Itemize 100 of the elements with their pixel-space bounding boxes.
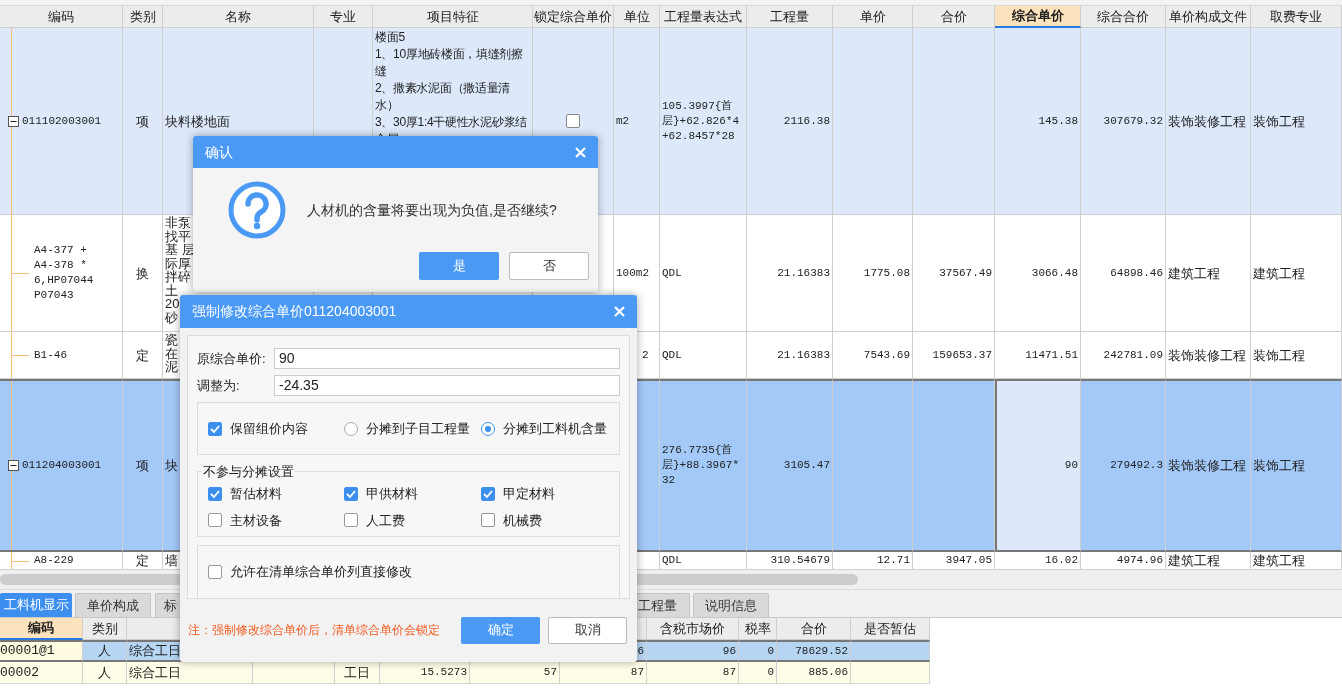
cell-text: 瓷 (165, 333, 178, 347)
tab[interactable]: 说明信息 (693, 593, 769, 617)
option-label: 甲供材料 (366, 485, 418, 503)
cell-text: 砂 (165, 310, 179, 324)
cell-text: 定 (136, 347, 149, 363)
column-header[interactable]: 单位 (614, 6, 660, 28)
check-icon (210, 489, 220, 498)
column-header[interactable]: 含税市场价 (647, 618, 739, 640)
collapse-icon[interactable] (8, 115, 19, 127)
table-cell: 15.5273 (380, 662, 470, 684)
cell-text: 装饰工程 (1253, 347, 1305, 363)
table-cell: 工日 (335, 662, 380, 684)
cell-text: 定 (136, 553, 149, 568)
table-cell: 87 (647, 662, 739, 684)
table-cell: 00001@1 (0, 640, 83, 662)
cell-text: 换 (136, 265, 149, 281)
cell-text: 装饰装修工程 (1168, 113, 1246, 129)
cell-text: 非泵 (165, 216, 192, 230)
checkbox[interactable] (481, 486, 495, 501)
cell-text: m2 (616, 113, 630, 129)
checkbox[interactable] (208, 565, 222, 579)
dialog-button[interactable]: 取消 (548, 616, 627, 644)
cell-text: 泥 (165, 360, 178, 374)
option-label: 甲定材料 (503, 485, 555, 503)
column-header[interactable]: 编码 (0, 6, 123, 28)
cell-text: 2116.38 (783, 113, 830, 129)
option-label: 机械费 (503, 511, 542, 530)
checkbox[interactable] (481, 513, 495, 528)
input-field[interactable]: 90 (274, 348, 620, 369)
cell-text: 建筑工程 (1168, 265, 1220, 281)
column-header[interactable]: 单价构成文件 (1166, 6, 1251, 28)
cell-text: 16.02 (1045, 553, 1078, 568)
cell-text: 3066.48 (1031, 265, 1078, 281)
column-header[interactable]: 工程量表达式 (660, 6, 747, 28)
checkbox[interactable] (344, 486, 358, 501)
checkbox[interactable] (344, 513, 358, 528)
cell-text: 11471.51 (1025, 347, 1078, 363)
cell-text: 墙 (165, 553, 178, 568)
column-header[interactable]: 取费专业 (1251, 6, 1342, 28)
radio-button[interactable] (481, 421, 495, 436)
cell-text: 12.71 (877, 553, 910, 568)
cell-text: 土 (165, 283, 178, 297)
option-label: 分摊到子目工程量 (366, 419, 470, 438)
checkbox[interactable] (208, 421, 222, 436)
cell-text: 4974.96 (1116, 553, 1163, 568)
check-icon (346, 489, 356, 498)
cell-text: 建筑工程 (1253, 265, 1305, 281)
column-header[interactable]: 专业 (314, 6, 373, 28)
table-cell: 87 (560, 662, 647, 684)
cell-text: 21.16383 (777, 265, 830, 281)
column-header[interactable]: 综合合价 (1081, 6, 1166, 28)
cell-text: 276.7735{首层}+88.3967*32 (662, 443, 740, 488)
dialog-title: 确认 (205, 142, 233, 162)
question-icon (227, 180, 287, 240)
tab[interactable]: 单价构成 (75, 593, 151, 617)
table-cell: 人 (83, 640, 127, 662)
column-header[interactable]: 合价 (913, 6, 995, 28)
code-text: B1-46 (34, 347, 68, 363)
cell-text: 279492.3 (1110, 458, 1163, 473)
cell-text: 项 (136, 458, 149, 473)
column-header[interactable]: 锁定综合单价 (533, 6, 614, 28)
cell-text: 3947.05 (945, 553, 992, 568)
cell-text: 在 (165, 346, 178, 360)
cell-text: 块料楼地面 (165, 113, 230, 129)
cell-text: 找平 (165, 229, 191, 243)
cell-text: 310.54679 (770, 553, 830, 568)
field-label: 原综合单价: (197, 349, 267, 368)
option-label: 人工费 (366, 511, 405, 530)
close-icon[interactable] (614, 306, 625, 317)
cell-text: 1775.08 (863, 265, 910, 281)
cell-text: 37567.49 (939, 265, 992, 281)
column-header[interactable]: 是否暂估 (851, 618, 930, 640)
column-header[interactable]: 项目特征 (373, 6, 533, 28)
radio-button[interactable] (344, 421, 358, 436)
option-label: 分摊到工料机含量 (503, 419, 607, 438)
column-header[interactable]: 税率 (739, 618, 777, 640)
column-header[interactable]: 名称 (163, 6, 314, 28)
table-cell: 00002 (0, 662, 83, 684)
cell-text: 拌碎 (165, 270, 192, 284)
dialog-button[interactable]: 否 (509, 252, 589, 280)
checkbox[interactable] (566, 114, 580, 128)
checkbox[interactable] (208, 486, 222, 501)
column-header[interactable]: 编码 (0, 618, 83, 640)
cell-text: 装饰工程 (1253, 113, 1305, 129)
column-header[interactable]: 类别 (83, 618, 127, 640)
close-icon[interactable] (575, 146, 586, 158)
column-header[interactable]: 工程量 (747, 6, 833, 28)
cell-text: 装饰装修工程 (1168, 347, 1246, 363)
cell-text: 3105.47 (783, 458, 830, 473)
code-text: 011204003001 (22, 458, 102, 473)
checkbox[interactable] (208, 513, 222, 528)
column-header[interactable]: 合价 (777, 618, 851, 640)
option-label: 暂估材料 (230, 485, 282, 503)
column-header[interactable]: 综合单价 (995, 6, 1081, 28)
column-header[interactable]: 类别 (123, 6, 163, 28)
input-field[interactable]: -24.35 (274, 375, 620, 396)
collapse-icon[interactable] (8, 460, 19, 471)
cell-text: QDL (662, 553, 682, 568)
check-icon (210, 424, 220, 433)
column-header[interactable]: 单价 (833, 6, 913, 28)
